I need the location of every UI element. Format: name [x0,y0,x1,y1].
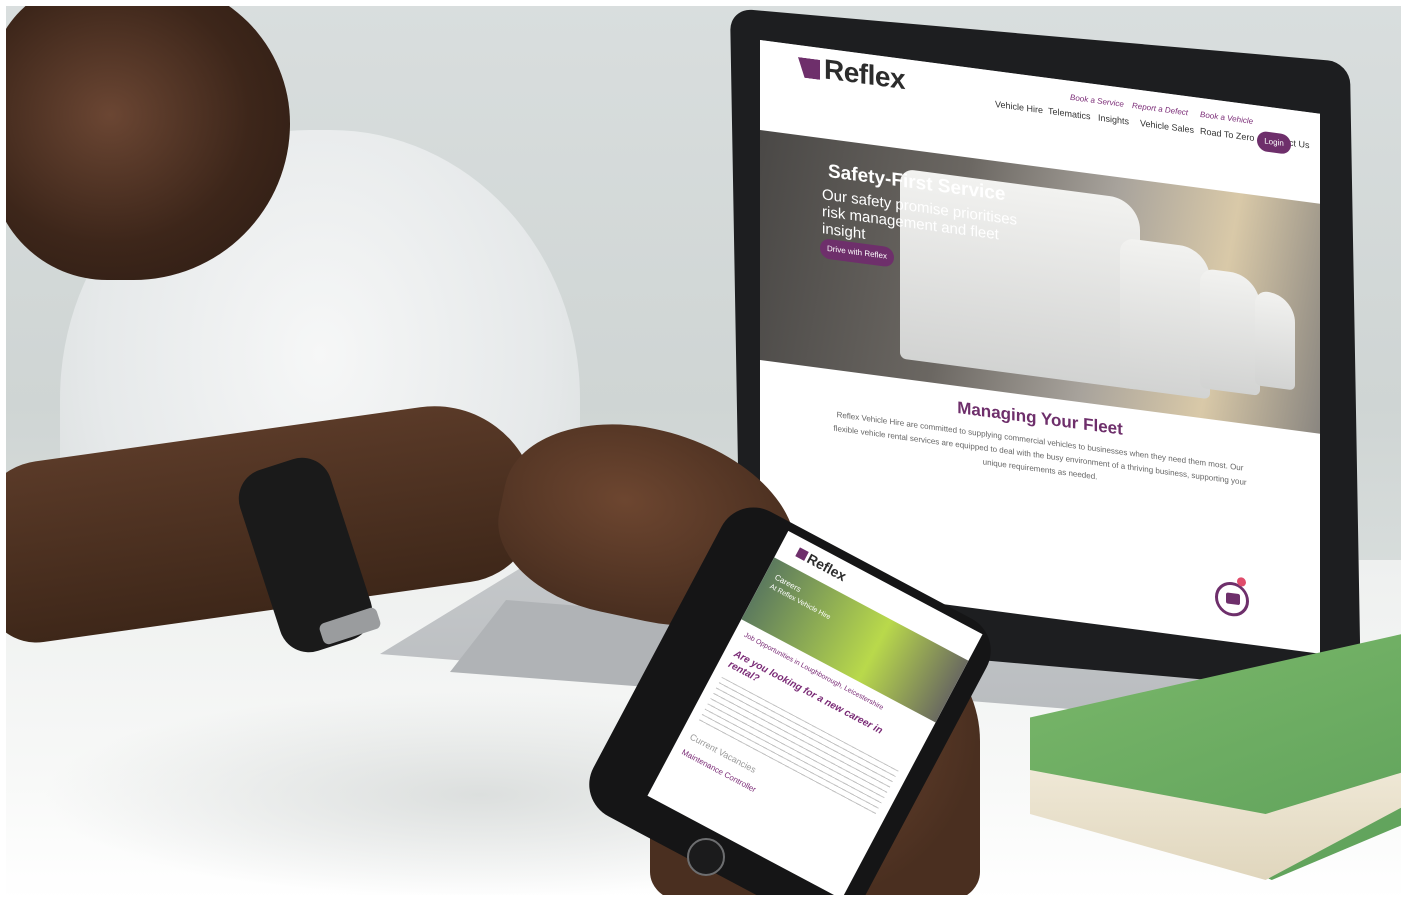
chat-notification-badge [1237,576,1246,587]
nav-telematics[interactable]: Telematics [1048,106,1091,122]
van-image [1200,267,1260,396]
nav-road-to-zero[interactable]: Road To Zero [1200,126,1254,143]
nav-vehicle-sales[interactable]: Vehicle Sales [1140,118,1194,135]
util-link-report-defect[interactable]: Report a Defect [1132,101,1188,117]
util-link-book-vehicle[interactable]: Book a Vehicle [1200,110,1253,126]
util-link-book-service[interactable]: Book a Service [1070,93,1124,109]
nav-vehicle-hire[interactable]: Vehicle Hire [995,99,1043,115]
phone-home-button[interactable] [687,838,725,876]
van-image [1120,237,1210,400]
login-button[interactable]: Login [1257,130,1291,155]
reflex-logo-icon [798,57,820,80]
photo-scene: Reflex Book a Service Report a Defect Bo… [0,0,1407,901]
van-image [1255,290,1295,391]
site-logo[interactable]: Reflex [824,53,905,96]
nav-insights[interactable]: Insights [1098,112,1129,126]
